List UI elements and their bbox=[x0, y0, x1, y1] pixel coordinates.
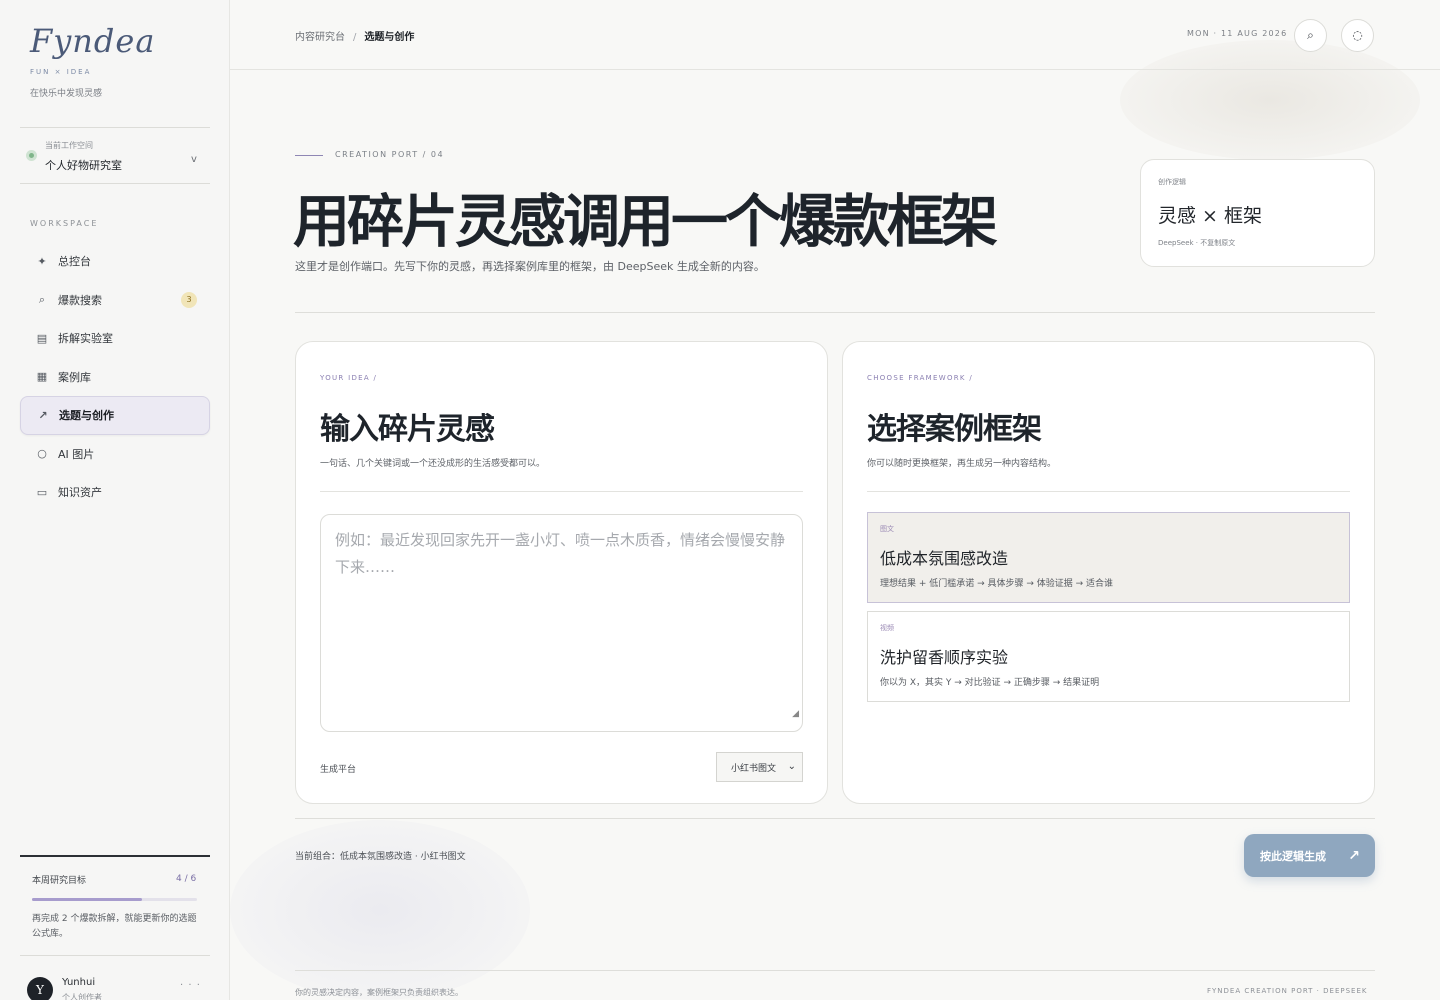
card-divider bbox=[320, 491, 803, 492]
avatar[interactable]: Y bbox=[27, 977, 53, 1000]
breadcrumb-current: 选题与创作 bbox=[364, 32, 415, 43]
framework-option-selected[interactable]: 图文 低成本氛围感改造 理想结果 + 低门槛承诺 → 具体步骤 → 体验证据 →… bbox=[867, 512, 1350, 603]
sidebar-item-label: 总控台 bbox=[58, 255, 91, 269]
nav-section-label: WORKSPACE bbox=[30, 219, 99, 228]
card-description: 一句话、几个关键词或一个还没成形的生活感受都可以。 bbox=[320, 459, 546, 469]
sidebar-item-label: 知识资产 bbox=[58, 486, 102, 500]
goal-count: 4 / 6 bbox=[176, 874, 197, 884]
sparkle-icon: ✦ bbox=[37, 254, 47, 268]
date-label: MON · 11 AUG 2026 bbox=[1187, 29, 1288, 38]
arrow-up-right-icon: ↗ bbox=[1348, 847, 1360, 864]
workspace-status-icon bbox=[26, 150, 37, 161]
sidebar-nav: ✦ 总控台 ⌕ 爆款搜索 3 ▤ 拆解实验室 ▦ 案例库 ↗ 选题与创作 ○ A… bbox=[20, 242, 210, 512]
sidebar-item-label: AI 图片 bbox=[58, 447, 95, 461]
framework-tag: 图文 bbox=[880, 525, 894, 533]
framework-option[interactable]: 视频 洗护留香顺序实验 你以为 X，其实 Y → 对比验证 → 正确步骤 → 结… bbox=[867, 611, 1350, 702]
card-title: 输入碎片灵感 bbox=[320, 412, 495, 447]
footer-divider bbox=[295, 970, 1375, 971]
workspace-switcher[interactable]: 个人好物研究室 bbox=[45, 157, 122, 173]
topbar: 内容研究台 / 选题与创作 MON · 11 AUG 2026 ⌕ ◌ bbox=[230, 0, 1440, 70]
chevron-down-icon[interactable]: v bbox=[191, 154, 197, 165]
card-description: 你可以随时更换框架，再生成另一种内容结构。 bbox=[867, 459, 1057, 469]
sidebar-item-ai-image[interactable]: ○ AI 图片 bbox=[20, 435, 210, 474]
current-combination: 当前组合：低成本氛围感改造 · 小红书图文 bbox=[295, 852, 466, 862]
arrow-up-right-icon: ↗ bbox=[38, 408, 48, 422]
page-eyebrow: CREATION PORT / 04 bbox=[335, 150, 445, 159]
count-badge: 3 bbox=[181, 291, 197, 308]
goal-top-rule bbox=[20, 855, 210, 857]
framework-flow: 理想结果 + 低门槛承诺 → 具体步骤 → 体验证据 → 适合谁 bbox=[880, 579, 1114, 589]
logic-title: 灵感 × 框架 bbox=[1158, 205, 1262, 227]
goal-title: 本周研究目标 bbox=[32, 876, 87, 886]
sidebar-item-label: 拆解实验室 bbox=[58, 332, 113, 346]
platform-label: 生成平台 bbox=[320, 765, 357, 775]
breadcrumb-separator: / bbox=[353, 32, 357, 43]
generate-button[interactable]: 按此逻辑生成 ↗ bbox=[1244, 834, 1375, 877]
framework-card: CHOOSE FRAMEWORK / 选择案例框架 你可以随时更换框架，再生成另… bbox=[842, 341, 1375, 804]
footer-credit: FYNDEA CREATION PORT · DEEPSEEK bbox=[1207, 987, 1368, 995]
search-icon[interactable]: ⌕ bbox=[1294, 19, 1327, 52]
sidebar-item-cases[interactable]: ▦ 案例库 bbox=[20, 358, 210, 397]
framework-title: 洗护留香顺序实验 bbox=[880, 648, 1009, 667]
sidebar-item-search[interactable]: ⌕ 爆款搜索 3 bbox=[20, 281, 210, 320]
user-role: 个人创作者 bbox=[62, 993, 102, 1000]
sidebar-divider bbox=[20, 127, 210, 128]
section-divider bbox=[295, 818, 1375, 819]
page-title: 用碎片灵感调用一个爆款框架 bbox=[293, 189, 998, 255]
card-title: 选择案例框架 bbox=[867, 412, 1042, 447]
brand-tagline: 在快乐中发现灵感 bbox=[30, 89, 103, 99]
page-subtitle: 这里才是创作端口。先写下你的灵感，再选择案例库里的框架，由 DeepSeek 生… bbox=[295, 260, 765, 273]
sidebar-divider bbox=[20, 955, 210, 956]
sidebar-item-knowledge[interactable]: ▭ 知识资产 bbox=[20, 473, 210, 512]
goal-progress-bar bbox=[32, 898, 197, 901]
sidebar-item-lab[interactable]: ▤ 拆解实验室 bbox=[20, 319, 210, 358]
platform-select-value: 小红书图文 bbox=[731, 763, 777, 774]
framework-title: 低成本氛围感改造 bbox=[880, 549, 1009, 568]
footer-note: 你的灵感决定内容，案例框架只负责组织表达。 bbox=[295, 988, 463, 997]
sidebar-divider bbox=[20, 183, 210, 184]
brand-logo[interactable]: Fyndea bbox=[30, 22, 155, 60]
sidebar-item-label: 选题与创作 bbox=[59, 409, 114, 423]
section-divider bbox=[295, 312, 1375, 313]
card-kicker: CHOOSE FRAMEWORK / bbox=[867, 374, 973, 382]
logic-card: 创作逻辑 灵感 × 框架 DeepSeek · 不复制原文 bbox=[1140, 159, 1375, 267]
search-icon: ⌕ bbox=[38, 292, 46, 306]
sidebar-item-dashboard[interactable]: ✦ 总控台 bbox=[20, 242, 210, 281]
framework-tag: 视频 bbox=[880, 624, 894, 632]
sidebar-item-label: 爆款搜索 bbox=[58, 293, 102, 307]
status-icon[interactable]: ◌ bbox=[1341, 19, 1374, 52]
card-kicker: YOUR IDEA / bbox=[320, 374, 378, 382]
breadcrumb: 内容研究台 / 选题与创作 bbox=[295, 28, 414, 43]
logic-meta: DeepSeek · 不复制原文 bbox=[1158, 239, 1236, 247]
grid-icon: ▦ bbox=[36, 370, 48, 384]
sidebar: Fyndea FUN × IDEA 在快乐中发现灵感 当前工作空间 个人好物研究… bbox=[0, 0, 230, 1000]
idea-placeholder: 例如：最近发现回家先开一盏小灯、喷一点木质香，情绪会慢慢安静下来…… bbox=[335, 531, 786, 576]
breadcrumb-item[interactable]: 内容研究台 bbox=[295, 32, 345, 43]
goal-progress-fill bbox=[32, 898, 143, 901]
platform-select[interactable]: 小红书图文 ⌄ bbox=[716, 752, 803, 782]
sidebar-item-label: 案例库 bbox=[58, 370, 91, 384]
goal-description: 再完成 2 个爆款拆解，就能更新你的选题公式库。 bbox=[32, 914, 197, 939]
idea-card: YOUR IDEA / 输入碎片灵感 一句话、几个关键词或一个还没成形的生活感受… bbox=[295, 341, 828, 804]
user-name: Yunhui bbox=[62, 977, 96, 988]
decorative-glow bbox=[230, 820, 530, 1000]
document-icon: ▤ bbox=[36, 331, 48, 345]
brand-sub: FUN × IDEA bbox=[30, 68, 92, 76]
circle-icon: ○ bbox=[37, 447, 47, 461]
resize-handle-icon[interactable]: ◢ bbox=[792, 701, 799, 728]
chevron-down-icon: ⌄ bbox=[787, 761, 796, 772]
sidebar-item-creation[interactable]: ↗ 选题与创作 bbox=[20, 396, 210, 435]
idea-textarea[interactable]: 例如：最近发现回家先开一盏小灯、喷一点木质香，情绪会慢慢安静下来…… ◢ bbox=[320, 514, 803, 732]
eyebrow-rule bbox=[295, 155, 323, 156]
logic-kicker: 创作逻辑 bbox=[1158, 178, 1186, 186]
workspace-label: 当前工作空间 bbox=[45, 141, 93, 150]
generate-button-label: 按此逻辑生成 bbox=[1260, 849, 1326, 863]
framework-flow: 你以为 X，其实 Y → 对比验证 → 正确步骤 → 结果证明 bbox=[880, 678, 1100, 688]
card-divider bbox=[867, 491, 1350, 492]
more-icon[interactable]: · · · bbox=[180, 980, 201, 991]
folder-icon: ▭ bbox=[36, 485, 48, 499]
